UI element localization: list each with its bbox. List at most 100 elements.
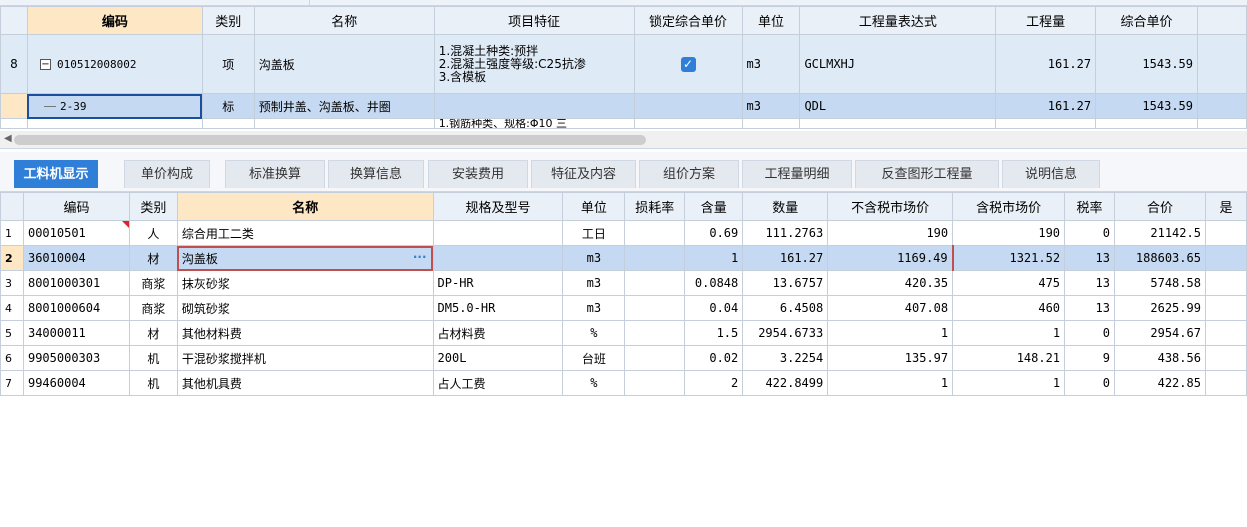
features-cell[interactable]: 1.混凝土种类:预拌 2.混凝土强度等级:C25抗渗 3.含模板 [433,34,635,94]
name-cell[interactable]: 砌筑砂浆 [176,295,434,321]
content-cell[interactable]: 0.04 [684,295,744,321]
unit-cell[interactable]: m3 [562,270,626,296]
upper-header-type[interactable]: 类别 [201,6,255,35]
qty-cell[interactable]: 6.4508 [742,295,829,321]
code-cell[interactable]: 36010004 [22,245,130,271]
name-cell[interactable]: 沟盖板 ··· [176,245,434,271]
table-row[interactable]: 3 8001000301 商浆 抹灰砂浆 DP-HR m3 0.0848 13.6757 420… [0,270,1247,296]
lower-header-loss[interactable]: 损耗率 [624,192,686,221]
tax-cell[interactable]: 13 [1064,245,1115,271]
spec-cell[interactable]: 占人工费 [432,370,564,396]
type-cell[interactable]: 机 [128,345,178,371]
lock-price-cell[interactable] [633,93,743,119]
price-in-cell[interactable]: 190 [952,220,1066,246]
upper-header-expr[interactable]: 工程量表达式 [799,6,997,35]
tab-unit-price[interactable]: 单价构成 [124,160,210,188]
code-cell[interactable]: 8001000301 [22,270,130,296]
lower-header-spec[interactable]: 规格及型号 [432,192,564,221]
price-in-cell[interactable]: 148.21 [952,345,1066,371]
tab-reverse-graph-qty[interactable]: 反查图形工程量 [855,160,999,188]
table-row[interactable]: 1 00010501 人综合用工二类 工日 0.69 111.2763 190 190 0 211… [0,220,1247,246]
table-row[interactable]: 5 34000011 材其他材料费 占材料费% 1.5 2954.6733 1 1 0 2954.… [0,320,1247,346]
qty-cell[interactable]: 161.27 [995,93,1097,119]
qty-cell[interactable]: 3.2254 [742,345,829,371]
spec-cell[interactable]: DP-HR [432,270,564,296]
arrow-left-icon[interactable]: ◀ [4,133,12,144]
name-cell[interactable]: 其他材料费 [176,320,434,346]
upper-header-unit[interactable]: 单位 [741,6,801,35]
name-cell[interactable]: 干混砂浆搅拌机 [176,345,434,371]
tax-cell[interactable]: 13 [1064,295,1115,321]
code-cell[interactable]: 00010501 [22,220,130,246]
total-cell[interactable]: 2625.99 [1114,295,1206,321]
tab-notes[interactable]: 说明信息 [1002,160,1100,188]
qty-cell[interactable]: 422.8499 [742,370,829,396]
loss-cell[interactable] [624,320,686,346]
check-icon[interactable]: ✓ [680,56,696,72]
spec-cell[interactable]: 占材料费 [432,320,564,346]
price-ex-cell[interactable]: 135.97 [827,345,954,371]
tab-quantity-detail[interactable]: 工程量明细 [742,160,852,188]
price-cell[interactable]: 1543.59 [1095,34,1198,94]
lower-header-tax[interactable]: 税率 [1064,192,1115,221]
features-cell[interactable] [433,93,635,119]
unit-cell[interactable]: % [562,370,626,396]
qty-cell[interactable]: 161.27 [742,245,829,271]
unit-cell[interactable]: 台班 [562,345,626,371]
total-cell[interactable]: 5748.58 [1114,270,1206,296]
upper-header-code[interactable]: 编码 [26,6,203,35]
spec-cell[interactable]: 200L [432,345,564,371]
price-ex-cell[interactable]: 1169.49 [827,245,954,271]
price-ex-cell[interactable]: 1 [827,320,954,346]
table-row[interactable]: 7 99460004 机其他机具费 占人工费% 2 422.8499 1 1 0 422.85 [0,370,1247,396]
upper-header-qty[interactable]: 工程量 [995,6,1097,35]
lower-header-price-in[interactable]: 含税市场价 [952,192,1066,221]
unit-cell[interactable]: m3 [741,34,801,94]
total-cell[interactable]: 21142.5 [1114,220,1206,246]
unit-cell[interactable]: 工日 [562,220,626,246]
tax-cell[interactable]: 0 [1064,320,1115,346]
type-cell[interactable]: 标 [201,93,255,119]
lower-header-yes[interactable]: 是 [1204,192,1247,221]
total-cell[interactable]: 438.56 [1114,345,1206,371]
type-cell[interactable]: 材 [128,245,178,271]
lower-header-price-ex[interactable]: 不含税市场价 [827,192,954,221]
price-cell[interactable]: 1543.59 [1095,93,1198,119]
code-cell[interactable]: 8001000604 [22,295,130,321]
tab-pricing-plan[interactable]: 组价方案 [639,160,739,188]
tab-features-content[interactable]: 特征及内容 [531,160,636,188]
qty-cell[interactable]: 2954.6733 [742,320,829,346]
spec-cell[interactable]: DM5.0-HR [432,295,564,321]
price-ex-cell[interactable]: 420.35 [827,270,954,296]
upper-header-price[interactable]: 综合单价 [1095,6,1198,35]
unit-cell[interactable]: m3 [562,295,626,321]
type-cell[interactable]: 商浆 [128,295,178,321]
content-cell[interactable]: 1 [684,245,744,271]
loss-cell[interactable] [624,295,686,321]
price-in-cell[interactable]: 1 [952,370,1066,396]
lock-price-cell[interactable]: ✓ [633,34,743,94]
tab-material-display[interactable]: 工料机显示 [14,160,98,188]
name-cell[interactable]: 综合用工二类 [176,220,434,246]
loss-cell[interactable] [624,370,686,396]
content-cell[interactable]: 0.0848 [684,270,744,296]
qty-cell[interactable]: 161.27 [995,34,1097,94]
name-cell[interactable]: 抹灰砂浆 [176,270,434,296]
lower-header-type[interactable]: 类别 [128,192,178,221]
spec-cell[interactable] [432,220,564,246]
code-cell[interactable]: 99460004 [22,370,130,396]
unit-cell[interactable]: m3 [562,245,626,271]
loss-cell[interactable] [624,245,686,271]
content-cell[interactable]: 1.5 [684,320,744,346]
name-cell[interactable]: 其他机具费 [176,370,434,396]
scrollbar-thumb[interactable] [14,135,646,145]
type-cell[interactable]: 项 [201,34,255,94]
total-cell[interactable]: 2954.67 [1114,320,1206,346]
unit-cell[interactable]: % [562,320,626,346]
tab-install-fee[interactable]: 安装费用 [428,160,528,188]
price-in-cell[interactable]: 475 [952,270,1066,296]
lower-header-name[interactable]: 名称 [176,192,434,221]
upper-header-name[interactable]: 名称 [253,6,435,35]
spec-cell[interactable] [432,245,564,271]
tax-cell[interactable]: 0 [1064,220,1115,246]
